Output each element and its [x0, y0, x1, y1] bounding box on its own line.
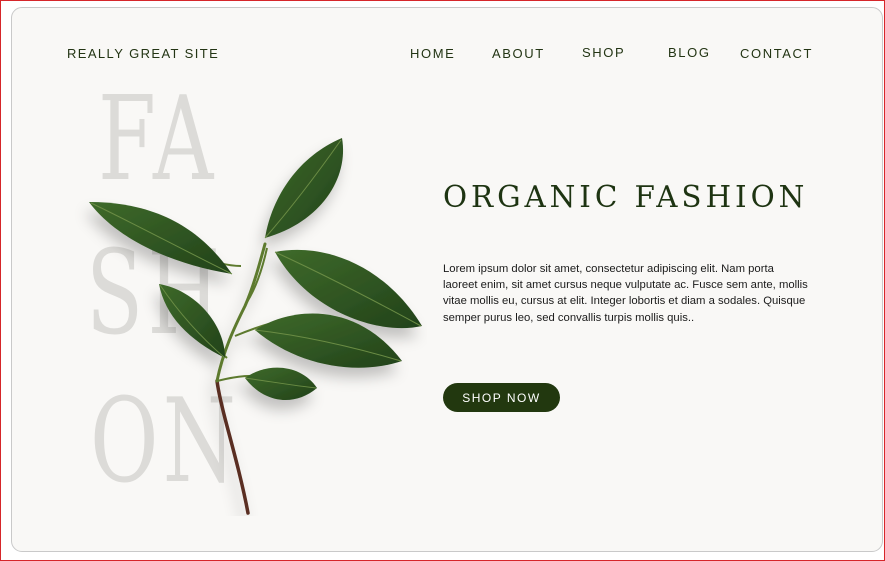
leaf-branch-icon — [89, 138, 422, 515]
nav-blog[interactable]: BLOG — [668, 45, 711, 60]
nav-shop[interactable]: SHOP — [582, 45, 625, 60]
hero-headline: ORGANIC FASHION — [443, 180, 809, 215]
nav-about[interactable]: ABOUT — [492, 46, 545, 61]
shop-now-button[interactable]: SHOP NOW — [443, 383, 560, 412]
hero-body-text: Lorem ipsum dolor sit amet, consectetur … — [443, 263, 808, 324]
landing-page-card: REALLY GREAT SITE HOME ABOUT SHOP BLOG C… — [11, 7, 883, 552]
site-brand[interactable]: REALLY GREAT SITE — [67, 46, 219, 61]
nav-home[interactable]: HOME — [410, 46, 455, 61]
nav-contact[interactable]: CONTACT — [740, 46, 813, 61]
